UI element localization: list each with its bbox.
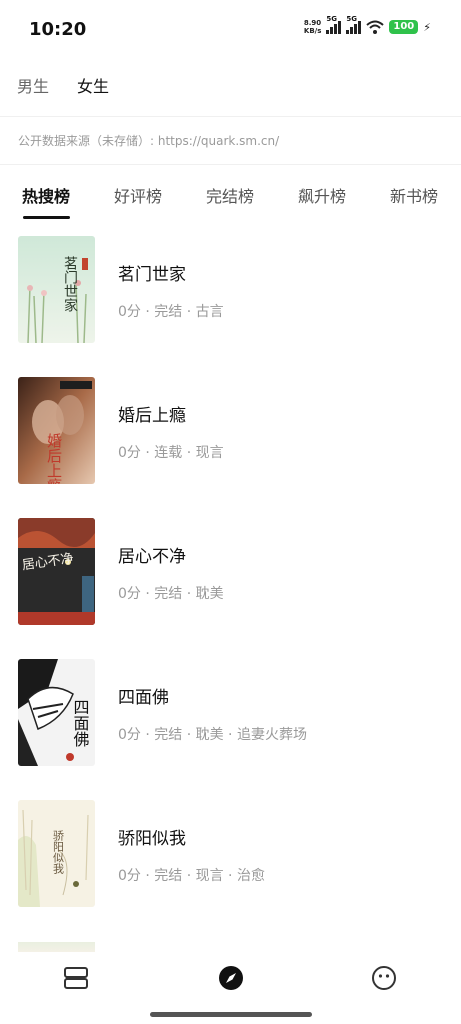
book-cover[interactable]: 四面佛 (18, 659, 95, 766)
book-title: 茗门世家 (118, 265, 186, 285)
battery-icon: 100 (389, 20, 419, 34)
list-item[interactable]: 茗门世家 茗门世家 0分 · 完结 · 古言 (0, 236, 461, 344)
charging-icon: ⚡ (423, 20, 431, 34)
status-icons: 8.90 KB/s 5G 5G 100 ⚡ (304, 15, 431, 35)
tab-male[interactable]: 男生 (17, 73, 49, 97)
book-cover-peek (18, 942, 95, 952)
rank-tabs: 热搜榜 好评榜 完结榜 飙升榜 新书榜 (0, 175, 461, 221)
compass-icon[interactable] (217, 964, 245, 992)
signal-1-label: 5G (326, 15, 338, 23)
smiley-icon[interactable] (370, 964, 398, 992)
book-title: 居心不净 (118, 547, 186, 567)
bottom-nav (0, 952, 461, 1004)
book-cover[interactable]: 居心不净 (18, 518, 95, 625)
gender-tabs: 男生 女生 (0, 66, 461, 104)
divider (0, 116, 461, 117)
tab-female[interactable]: 女生 (77, 73, 109, 97)
tab-top-rated[interactable]: 好评榜 (114, 183, 162, 207)
bookshelf-icon[interactable] (62, 964, 90, 992)
list-item[interactable]: 居心不净 居心不净 0分 · 完结 · 耽美 (0, 518, 461, 626)
book-cover-title: 茗门世家 (62, 256, 78, 312)
book-title: 骄阳似我 (118, 829, 186, 849)
book-title: 婚后上瘾 (118, 406, 186, 426)
signal-1-icon: 5G (326, 15, 342, 34)
source-note: 公开数据来源（未存储）: https://quark.sm.cn/ (18, 134, 280, 148)
book-title: 四面佛 (118, 688, 169, 708)
list-item[interactable]: 婚后上瘾 婚后上瘾 0分 · 连载 · 现言 (0, 377, 461, 485)
tab-hot-search[interactable]: 热搜榜 (22, 183, 70, 207)
status-bar: 10:20 8.90 KB/s 5G 5G 100 ⚡ (0, 0, 461, 60)
book-cover[interactable]: 骄阳似我 (18, 800, 95, 907)
divider (0, 164, 461, 165)
signal-2-label: 5G (346, 15, 358, 23)
home-indicator[interactable] (150, 1012, 312, 1017)
book-meta: 0分 · 完结 · 古言 (118, 304, 224, 320)
tab-new-books[interactable]: 新书榜 (390, 183, 438, 207)
wifi-icon (366, 20, 385, 34)
book-meta: 0分 · 完结 · 耽美 · 追妻火葬场 (118, 727, 307, 743)
status-time: 10:20 (29, 19, 87, 40)
book-meta: 0分 · 完结 · 耽美 (118, 586, 224, 602)
book-cover-title: 四面佛 (71, 699, 90, 747)
book-cover[interactable]: 茗门世家 (18, 236, 95, 343)
signal-2-icon: 5G (346, 15, 362, 34)
book-cover-title: 骄阳似我 (52, 830, 65, 874)
book-cover-title: 婚后上瘾 (45, 433, 63, 484)
book-cover[interactable]: 婚后上瘾 (18, 377, 95, 484)
tab-completed[interactable]: 完结榜 (206, 183, 254, 207)
network-speed: 8.90 KB/s (304, 19, 321, 35)
network-speed-value: 8.90 (303, 19, 322, 27)
tab-rising[interactable]: 飙升榜 (298, 183, 346, 207)
list-item[interactable]: 四面佛 四面佛 0分 · 完结 · 耽美 · 追妻火葬场 (0, 659, 461, 767)
network-speed-unit: KB/s (303, 27, 322, 35)
book-meta: 0分 · 完结 · 现言 · 治愈 (118, 868, 265, 884)
book-meta: 0分 · 连载 · 现言 (118, 445, 224, 461)
tab-underline (23, 216, 70, 219)
list-item[interactable]: 骄阳似我 骄阳似我 0分 · 完结 · 现言 · 治愈 (0, 800, 461, 908)
